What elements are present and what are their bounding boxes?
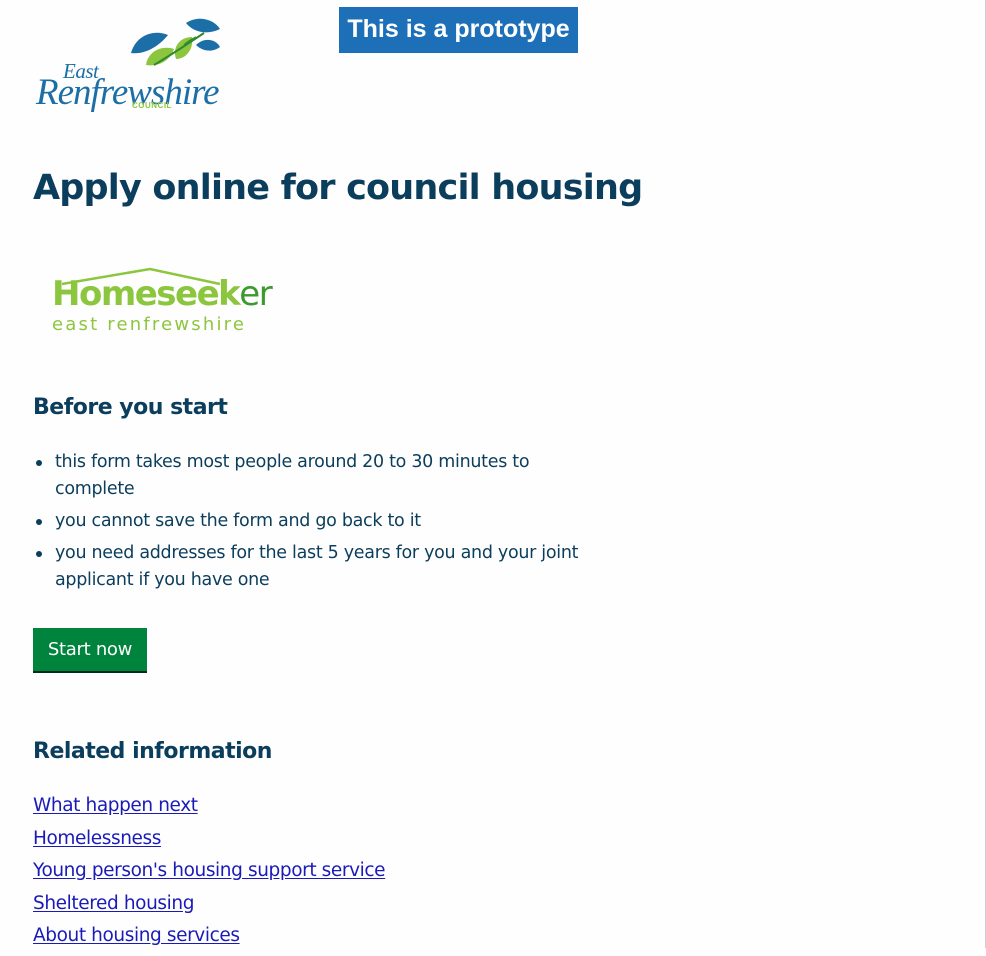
list-item: Homelessness bbox=[33, 826, 385, 859]
before-you-start-list: this form takes most people around 20 to… bbox=[33, 449, 613, 599]
before-you-start-heading: Before you start bbox=[33, 395, 228, 420]
link-about-housing-services[interactable]: About housing services bbox=[33, 925, 240, 946]
council-logo-name: Renfrewshire bbox=[36, 72, 220, 113]
list-item: Sheltered housing bbox=[33, 891, 385, 924]
homeseeker-wordmark: Homeseeker bbox=[52, 274, 273, 314]
link-sheltered-housing[interactable]: Sheltered housing bbox=[33, 893, 194, 914]
list-item: What happen next bbox=[33, 793, 385, 826]
related-information-heading: Related information bbox=[33, 739, 272, 764]
homeseeker-subtitle: east renfrewshire bbox=[52, 314, 247, 335]
list-item: Young person's housing support service bbox=[33, 858, 386, 891]
link-what-happen-next[interactable]: What happen next bbox=[33, 795, 198, 816]
council-logo-council: COUNCIL bbox=[132, 101, 172, 110]
start-now-button[interactable]: Start now bbox=[33, 628, 147, 671]
prototype-banner: This is a prototype bbox=[339, 7, 578, 53]
list-item: About housing services bbox=[33, 923, 385, 956]
list-item: you cannot save the form and go back to … bbox=[33, 508, 613, 535]
homeseeker-logo: Homeseeker east renfrewshire bbox=[52, 266, 292, 338]
link-young-persons-housing-support[interactable]: Young person's housing support service bbox=[33, 860, 386, 881]
list-item: this form takes most people around 20 to… bbox=[33, 449, 613, 503]
council-logo[interactable]: East Renfrewshire COUNCIL bbox=[36, 15, 246, 115]
page-title: Apply online for council housing bbox=[33, 168, 643, 208]
related-links-list: What happen next Homelessness Young pers… bbox=[33, 793, 386, 956]
list-item: you need addresses for the last 5 years … bbox=[33, 540, 613, 594]
link-homelessness[interactable]: Homelessness bbox=[33, 828, 161, 849]
